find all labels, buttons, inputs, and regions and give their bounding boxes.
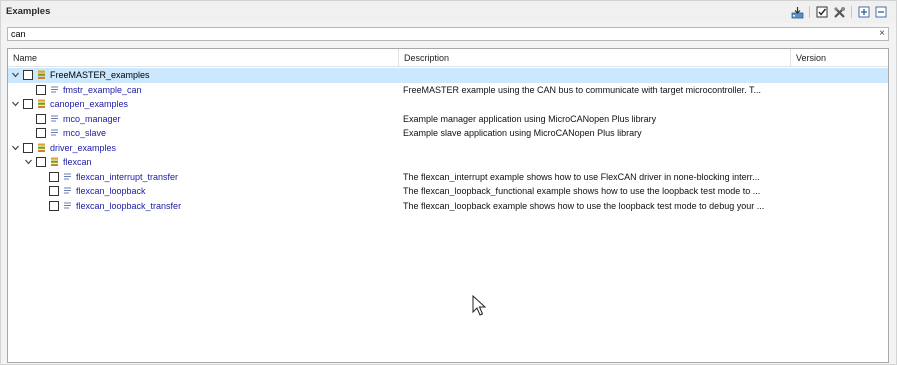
checkbox-check-icon[interactable] (815, 5, 829, 19)
tree-header: Name Description Version (8, 49, 888, 67)
row-checkbox[interactable] (49, 200, 59, 211)
tools-icon[interactable] (832, 5, 846, 19)
tree-row-description: The flexcan_interrupt example shows how … (403, 171, 760, 182)
tree-row[interactable]: flexcan_interrupt_transfer The flexcan_in… (8, 170, 888, 185)
examples-panel: Examples × Name (0, 0, 897, 365)
chevron-down-icon[interactable] (11, 70, 20, 80)
examples-tree: Name Description Version FreeMASTER_exam… (7, 48, 889, 363)
panel-toolbar (790, 5, 888, 19)
column-divider[interactable] (398, 49, 399, 67)
tree-row-label: fmstr_example_can (63, 84, 142, 95)
collapse-all-icon[interactable] (874, 5, 888, 19)
mouse-cursor-icon (472, 295, 487, 316)
toolbar-separator (809, 6, 810, 18)
tree-row[interactable]: mco_slave Example slave application using… (8, 126, 888, 141)
row-checkbox[interactable] (36, 128, 46, 138)
row-checkbox[interactable] (23, 99, 33, 109)
tree-row-description: Example slave application using MicroCAN… (403, 128, 642, 138)
row-checkbox[interactable] (49, 186, 59, 196)
tree-row-description: The flexcan_loopback example shows how t… (403, 200, 765, 211)
example-group-icon (37, 99, 46, 109)
example-file-icon (63, 186, 72, 196)
tree-row-label: FreeMASTER_examples (50, 70, 150, 80)
tree-row[interactable]: FreeMASTER_examples (8, 68, 888, 83)
tree-row-label: flexcan_interrupt_transfer (76, 171, 179, 182)
tree-row-description: The flexcan_loopback_functional example … (403, 186, 761, 196)
tree-row-label: mco_slave (63, 128, 107, 138)
row-checkbox[interactable] (36, 113, 46, 124)
example-file-icon (63, 172, 72, 182)
column-header-name[interactable]: Name (13, 53, 37, 63)
chevron-down-icon[interactable] (11, 143, 20, 153)
tree-row[interactable]: fmstr_example_can FreeMASTER example usin… (8, 83, 888, 98)
chevron-down-icon[interactable] (11, 99, 20, 109)
example-file-icon (50, 114, 59, 124)
tree-row[interactable]: mco_manager Example manager application u… (8, 112, 888, 127)
row-checkbox[interactable] (36, 84, 46, 95)
example-group-icon (37, 143, 46, 153)
tree-row-label: mco_manager (63, 113, 121, 124)
example-group-icon (37, 70, 46, 80)
row-checkbox[interactable] (23, 70, 33, 80)
example-file-icon (50, 85, 59, 95)
column-divider[interactable] (790, 49, 791, 67)
tree-row[interactable]: canopen_examples (8, 97, 888, 112)
search-field: × (7, 27, 889, 41)
tree-row-description: FreeMASTER example using the CAN bus to … (403, 84, 761, 95)
panel-titlebar: Examples (1, 1, 896, 23)
example-group-icon (50, 157, 59, 167)
tree-row-label: flexcan_loopback (76, 186, 146, 196)
example-file-icon (63, 201, 72, 211)
tree-row[interactable]: flexcan_loopback_transfer The flexcan_loo… (8, 199, 888, 214)
tree-row-label: canopen_examples (50, 99, 129, 109)
tree-row-label: flexcan_loopback_transfer (76, 200, 182, 211)
column-header-version[interactable]: Version (796, 53, 826, 63)
tree-row[interactable]: flexcan (8, 155, 888, 170)
row-checkbox[interactable] (36, 157, 46, 167)
clear-search-icon[interactable]: × (879, 28, 885, 40)
tree-row[interactable]: flexcan_loopback The flexcan_loopback_fun… (8, 184, 888, 199)
panel-title: Examples (6, 6, 51, 17)
row-checkbox[interactable] (23, 142, 33, 153)
tree-row-label: driver_examples (50, 142, 117, 153)
tree-row[interactable]: driver_examples (8, 141, 888, 156)
tree-row-description: Example manager application using MicroC… (403, 113, 657, 124)
tree-row-label: flexcan (63, 157, 92, 167)
expand-all-icon[interactable] (857, 5, 871, 19)
row-checkbox[interactable] (49, 171, 59, 182)
example-file-icon (50, 128, 59, 138)
chevron-down-icon[interactable] (24, 157, 33, 167)
column-header-description[interactable]: Description (404, 53, 449, 63)
toolbar-separator (851, 6, 852, 18)
import-icon[interactable] (790, 5, 804, 19)
search-input[interactable] (10, 28, 870, 40)
